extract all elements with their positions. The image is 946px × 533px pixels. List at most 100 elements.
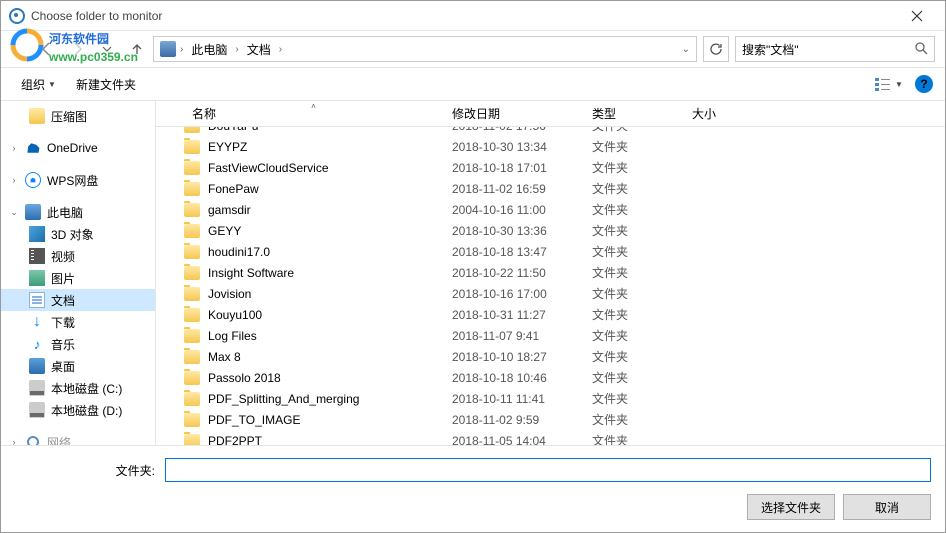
- file-type: 文件夹: [592, 138, 692, 155]
- nav-back-button[interactable]: [37, 39, 57, 59]
- file-date: 2018-10-16 17:00: [452, 287, 592, 301]
- tree-item-dl[interactable]: ↓下载: [1, 311, 155, 333]
- tree-item-doc[interactable]: 文档: [1, 289, 155, 311]
- list-item[interactable]: DouYaPu2018-11-02 17:56文件夹: [156, 127, 945, 136]
- list-item[interactable]: Jovision2018-10-16 17:00文件夹: [156, 283, 945, 304]
- file-date: 2004-10-16 11:00: [452, 203, 592, 217]
- expand-icon[interactable]: ⌄: [9, 207, 19, 217]
- column-type[interactable]: 类型: [584, 101, 684, 126]
- file-date: 2018-11-07 9:41: [452, 329, 592, 343]
- crumb-seg-pc[interactable]: 此电脑: [187, 41, 231, 58]
- tree-label: 压缩图: [51, 108, 87, 125]
- tree-item-obj3d[interactable]: 3D 对象: [1, 223, 155, 245]
- file-name: Log Files: [208, 329, 452, 343]
- cancel-button[interactable]: 取消: [843, 494, 931, 520]
- tree-item-video[interactable]: 视频: [1, 245, 155, 267]
- folder-icon: [184, 392, 200, 406]
- list-item[interactable]: FastViewCloudService2018-10-18 17:01文件夹: [156, 157, 945, 178]
- tree-item-desktop[interactable]: 桌面: [1, 355, 155, 377]
- tree-label: 图片: [51, 270, 75, 287]
- tree-item-folder[interactable]: 压缩图: [1, 105, 155, 127]
- tree-item-disk[interactable]: 本地磁盘 (C:): [1, 377, 155, 399]
- list-item[interactable]: EYYPZ2018-10-30 13:34文件夹: [156, 136, 945, 157]
- list-item[interactable]: houdini17.02018-10-18 13:47文件夹: [156, 241, 945, 262]
- video-icon: [29, 248, 45, 264]
- obj3d-icon: [29, 226, 45, 242]
- file-type: 文件夹: [592, 201, 692, 218]
- tree-item-music[interactable]: ♪音乐: [1, 333, 155, 355]
- tree-label: 此电脑: [47, 204, 83, 221]
- list-item[interactable]: FonePaw2018-11-02 16:59文件夹: [156, 178, 945, 199]
- expand-icon[interactable]: ›: [9, 175, 19, 185]
- tree-label: 下载: [51, 314, 75, 331]
- file-name: Kouyu100: [208, 308, 452, 322]
- folder-icon: [184, 224, 200, 238]
- refresh-button[interactable]: [703, 36, 729, 62]
- folder-icon: [184, 182, 200, 196]
- pc-icon: [160, 41, 176, 57]
- list-item[interactable]: PDF_Splitting_And_merging2018-10-11 11:4…: [156, 388, 945, 409]
- file-type: 文件夹: [592, 127, 692, 134]
- file-type: 文件夹: [592, 369, 692, 386]
- tree-item-disk[interactable]: 本地磁盘 (D:): [1, 399, 155, 421]
- tree-item-pic[interactable]: 图片: [1, 267, 155, 289]
- file-date: 2018-10-18 17:01: [452, 161, 592, 175]
- nav-recent-button[interactable]: [97, 39, 117, 59]
- list-item[interactable]: Log Files2018-11-07 9:41文件夹: [156, 325, 945, 346]
- nav-up-button[interactable]: [127, 39, 147, 59]
- close-button[interactable]: [897, 2, 937, 30]
- file-name: FonePaw: [208, 182, 452, 196]
- nav-forward-button[interactable]: [67, 39, 87, 59]
- main-area: 压缩图 ›OneDrive ›WPS网盘 ⌄ 此电脑 3D 对象视频图片文档↓下载♪音乐桌…: [1, 101, 945, 445]
- file-date: 2018-10-10 18:27: [452, 350, 592, 364]
- refresh-icon: [709, 42, 723, 56]
- file-rows[interactable]: DouYaPu2018-11-02 17:56文件夹EYYPZ2018-10-3…: [156, 127, 945, 445]
- file-type: 文件夹: [592, 243, 692, 260]
- file-name: Jovision: [208, 287, 452, 301]
- file-type: 文件夹: [592, 411, 692, 428]
- tree-label: 视频: [51, 248, 75, 265]
- file-type: 文件夹: [592, 222, 692, 239]
- expand-icon[interactable]: ›: [9, 143, 19, 153]
- list-item[interactable]: Passolo 20182018-10-18 10:46文件夹: [156, 367, 945, 388]
- select-folder-button[interactable]: 选择文件夹: [747, 494, 835, 520]
- search-input[interactable]: 搜索"文档": [735, 36, 935, 62]
- file-date: 2018-11-02 16:59: [452, 182, 592, 196]
- folder-icon: [184, 350, 200, 364]
- file-date: 2018-10-22 11:50: [452, 266, 592, 280]
- file-date: 2018-10-30 13:34: [452, 140, 592, 154]
- tree-label: 网络: [47, 434, 71, 446]
- list-view-icon: [875, 77, 893, 91]
- view-mode-button[interactable]: ▼: [875, 73, 903, 95]
- pc-icon: [25, 204, 41, 220]
- column-modified[interactable]: 修改日期: [444, 101, 584, 126]
- tree-item-net[interactable]: › 网络: [1, 431, 155, 445]
- column-name[interactable]: 名称˄: [184, 101, 444, 126]
- tree-item-onedrive[interactable]: ›OneDrive: [1, 137, 155, 159]
- column-size[interactable]: 大小: [684, 101, 764, 126]
- list-item[interactable]: Insight Software2018-10-22 11:50文件夹: [156, 262, 945, 283]
- tree-item-pc[interactable]: ⌄ 此电脑: [1, 201, 155, 223]
- file-type: 文件夹: [592, 264, 692, 281]
- list-item[interactable]: Max 82018-10-10 18:27文件夹: [156, 346, 945, 367]
- file-name: FastViewCloudService: [208, 161, 452, 175]
- list-item[interactable]: Kouyu1002018-10-31 11:27文件夹: [156, 304, 945, 325]
- close-icon: [911, 10, 923, 22]
- tree-item-wps[interactable]: ›WPS网盘: [1, 169, 155, 191]
- crumb-seg-docs[interactable]: 文档: [243, 41, 275, 58]
- list-item[interactable]: PDF2PPT2018-11-05 14:04文件夹: [156, 430, 945, 445]
- breadcrumb[interactable]: › 此电脑 › 文档 › ⌄: [153, 36, 697, 62]
- list-item[interactable]: gamsdir2004-10-16 11:00文件夹: [156, 199, 945, 220]
- doc-icon: [29, 292, 45, 308]
- help-button[interactable]: ?: [915, 75, 933, 93]
- organize-button[interactable]: 组织▼: [13, 72, 64, 97]
- list-item[interactable]: PDF_TO_IMAGE2018-11-02 9:59文件夹: [156, 409, 945, 430]
- tree-label: 本地磁盘 (D:): [51, 402, 122, 419]
- list-item[interactable]: GEYY2018-10-30 13:36文件夹: [156, 220, 945, 241]
- chevron-down-icon: [102, 44, 112, 54]
- folder-name-input[interactable]: [165, 458, 931, 482]
- chevron-down-icon[interactable]: ⌄: [682, 44, 690, 55]
- expand-icon[interactable]: ›: [9, 437, 19, 445]
- folder-tree[interactable]: 压缩图 ›OneDrive ›WPS网盘 ⌄ 此电脑 3D 对象视频图片文档↓下载♪音乐桌…: [1, 101, 156, 445]
- new-folder-button[interactable]: 新建文件夹: [68, 72, 144, 97]
